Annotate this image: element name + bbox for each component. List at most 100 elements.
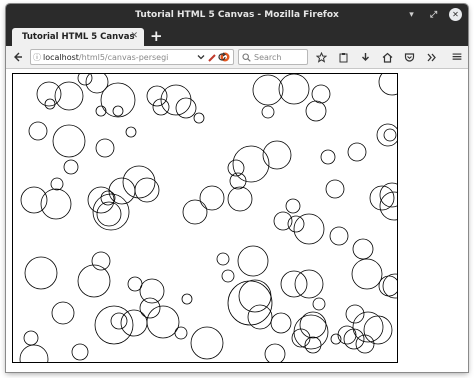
canvas-circle <box>19 344 49 362</box>
info-icon[interactable]: ⓘ <box>31 52 43 63</box>
pocket-icon <box>404 52 414 62</box>
url-text[interactable]: localhost/html5/canvas-persegi <box>43 53 197 62</box>
canvas-circle <box>216 252 230 266</box>
tab-close-icon[interactable]: ✕ <box>130 31 138 41</box>
canvas-circle <box>264 343 286 362</box>
canvas-circle <box>44 98 56 110</box>
library-button[interactable] <box>334 49 352 65</box>
canvas-circle <box>95 138 115 158</box>
maximize-icon[interactable]: ⤢ <box>427 8 440 21</box>
home-icon <box>382 52 392 63</box>
canvas-circle <box>379 182 397 208</box>
canvas-circle <box>120 309 148 337</box>
canvas-circle <box>278 74 310 105</box>
menu-button[interactable]: ≡ <box>448 49 466 65</box>
canvas-circle <box>237 245 269 277</box>
canvas-circle <box>95 105 107 117</box>
double-chevron-icon <box>427 53 436 61</box>
page-viewport <box>6 69 468 372</box>
canvas-circle <box>261 105 275 119</box>
canvas-circle <box>190 326 224 360</box>
minimize-icon[interactable]: ▾ <box>405 8 418 21</box>
navigation-toolbar: ⓘ localhost/html5/canvas-persegi Search <box>6 46 468 69</box>
canvas-circle <box>112 105 124 117</box>
overflow-button[interactable] <box>422 49 440 65</box>
new-tab-button[interactable]: + <box>150 27 163 45</box>
canvas-circle <box>347 142 367 162</box>
canvas-circle <box>280 270 308 298</box>
canvas-circle <box>227 186 253 212</box>
downloads-button[interactable] <box>356 49 374 65</box>
canvas-circle <box>146 305 180 339</box>
canvas-circle <box>376 123 397 147</box>
canvas-circle <box>24 256 58 290</box>
canvas-circle <box>91 251 111 271</box>
tab-tutorial-canvas[interactable]: Tutorial HTML 5 Canvas ✕ <box>12 28 144 46</box>
canvas-circle <box>77 74 93 86</box>
canvas-circle <box>273 211 293 231</box>
canvas-circle <box>293 314 329 350</box>
canvas-circle <box>193 112 205 124</box>
canvas-circle <box>52 124 86 158</box>
url-bar[interactable]: ⓘ localhost/html5/canvas-persegi <box>30 49 234 65</box>
canvas-circle <box>305 100 327 122</box>
canvas-circle <box>199 185 225 211</box>
canvas-circle <box>40 188 72 220</box>
back-button[interactable] <box>10 49 26 65</box>
canvas-circle <box>304 336 322 354</box>
canvas-circle <box>311 84 331 104</box>
canvas-circle <box>23 330 39 346</box>
reload-icon <box>218 52 226 61</box>
canvas-circle <box>294 269 324 299</box>
canvas-circle <box>181 293 193 305</box>
canvas-circle <box>247 304 273 330</box>
bookmark-button[interactable] <box>312 49 330 65</box>
star-icon <box>315 51 327 63</box>
download-icon <box>361 52 369 61</box>
canvas-circle <box>238 279 272 313</box>
canvas-circle <box>71 343 89 361</box>
home-button[interactable] <box>378 49 396 65</box>
canvas-circle <box>110 312 128 330</box>
canvas-circle <box>92 193 130 231</box>
canvas-circle <box>378 275 397 297</box>
canvas-circle <box>51 301 75 325</box>
tab-strip: Tutorial HTML 5 Canvas ✕ + <box>6 26 468 46</box>
canvas-circle <box>299 311 327 339</box>
pocket-button[interactable] <box>400 49 418 65</box>
canvas-circle <box>352 311 384 343</box>
canvas-circle <box>383 128 397 142</box>
canvas-circle <box>63 159 79 175</box>
close-window-icon[interactable]: ✕ <box>449 8 462 21</box>
canvas-circle <box>378 74 397 96</box>
canvas-circle <box>50 177 64 191</box>
canvas-circle <box>262 140 292 170</box>
canvas-circle <box>174 326 188 340</box>
canvas-circle <box>28 121 48 141</box>
reload-button[interactable] <box>214 49 230 65</box>
canvas-circle <box>227 280 273 326</box>
canvas-circle <box>287 215 305 233</box>
canvas-circle <box>352 238 374 260</box>
canvas-circle <box>369 185 395 211</box>
toolbar-buttons: ≡ <box>312 49 466 65</box>
window-title: Tutorial HTML 5 Canvas - Mozilla Firefox <box>135 10 339 20</box>
canvas-circle <box>125 126 137 138</box>
canvas-circle <box>270 312 292 334</box>
canvas-circle <box>108 177 136 205</box>
canvas-circle <box>146 85 168 107</box>
canvas-circle <box>293 213 325 245</box>
circle-canvas[interactable] <box>12 73 398 363</box>
search-bar[interactable]: Search <box>238 49 308 65</box>
canvas-circle <box>285 198 301 214</box>
chevron-down-icon[interactable] <box>197 53 205 61</box>
canvas-circle <box>252 74 284 106</box>
canvas-circle <box>122 165 156 199</box>
canvas-circle <box>312 297 326 311</box>
canvas-circle <box>221 269 235 283</box>
canvas-circle <box>36 81 62 107</box>
canvas-circle <box>20 186 48 214</box>
canvas-circle <box>329 226 349 246</box>
window-controls: ▾ ⤢ ✕ <box>405 8 462 21</box>
canvas-circle <box>330 333 342 345</box>
